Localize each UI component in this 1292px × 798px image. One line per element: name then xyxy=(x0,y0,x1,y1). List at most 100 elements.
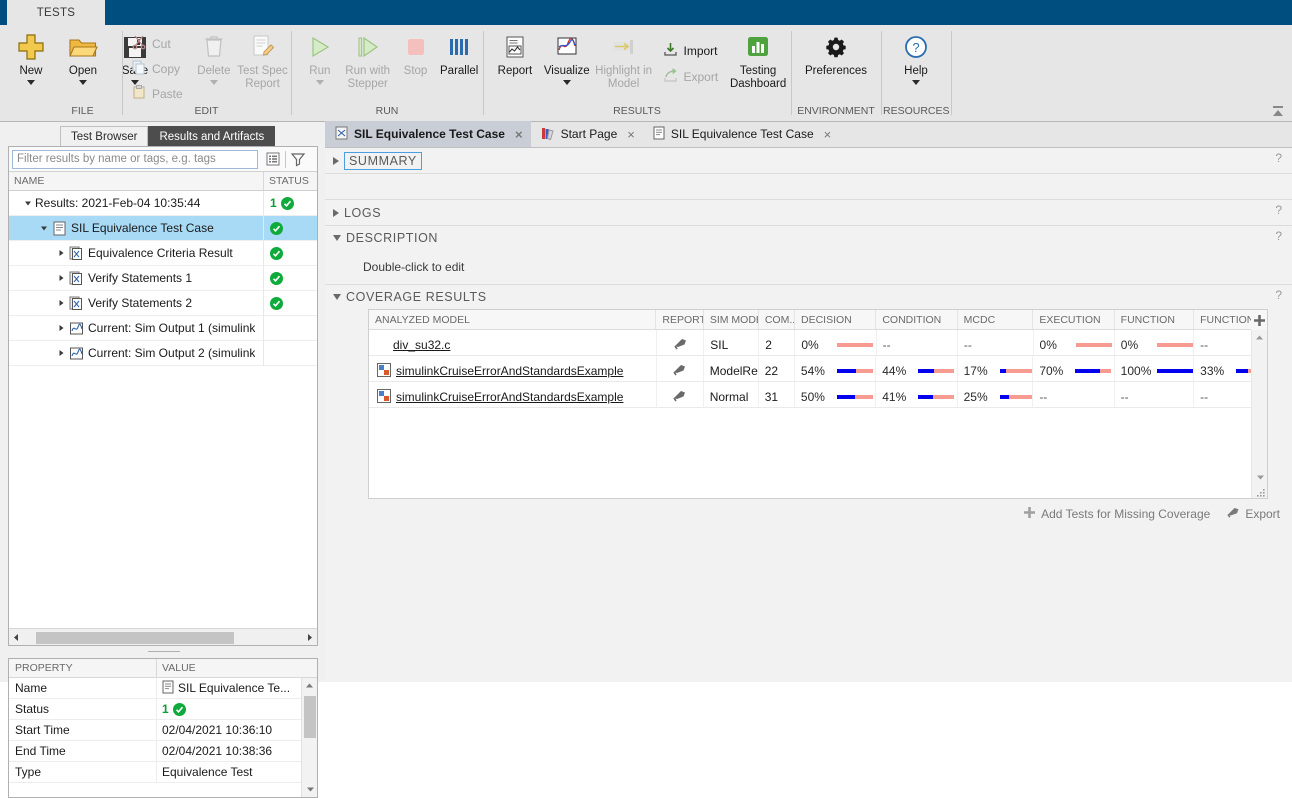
tree-row-sim-output-1[interactable]: Current: Sim Output 1 (simulink xyxy=(9,316,317,341)
scroll-up-icon[interactable] xyxy=(302,678,317,693)
property-row-start-time[interactable]: Start Time 02/04/2021 10:36:10 xyxy=(9,720,317,741)
scroll-thumb[interactable] xyxy=(304,696,316,738)
add-tests-for-missing-coverage-button[interactable]: Add Tests for Missing Coverage xyxy=(1023,506,1210,522)
table-row[interactable]: simulinkCruiseErrorAndStandardsExample M… xyxy=(369,356,1267,382)
run-button[interactable]: Run xyxy=(298,29,342,85)
test-spec-report-button[interactable]: Test Spec Report xyxy=(236,29,289,90)
run-caret-icon[interactable] xyxy=(316,80,324,85)
tree-row-verify-statements-2[interactable]: Verify Statements 2 xyxy=(9,291,317,316)
results-tree[interactable]: Results: 2021-Feb-04 10:35:44 1 xyxy=(9,191,317,602)
chevron-right-icon[interactable] xyxy=(54,321,68,335)
resize-grip[interactable] xyxy=(1256,487,1266,497)
section-coverage-toggle[interactable]: COVERAGE RESULTS xyxy=(325,290,487,304)
visualize-button[interactable]: Visualize xyxy=(541,29,593,85)
chevron-right-icon[interactable] xyxy=(54,246,68,260)
property-row-type[interactable]: Type Equivalence Test xyxy=(9,762,317,783)
column-header-report[interactable]: REPORT xyxy=(656,310,703,329)
doc-tab-sil-equivalence-test-case[interactable]: SIL Equivalence Test Case × xyxy=(643,121,839,147)
logs-help-icon[interactable]: ? xyxy=(1275,203,1282,217)
run-with-stepper-button[interactable]: Run with Stepper xyxy=(342,29,394,90)
scroll-thumb[interactable] xyxy=(36,632,234,644)
column-header-analyzed-model[interactable]: ANALYZED MODEL xyxy=(369,310,656,329)
scroll-left-icon[interactable] xyxy=(9,633,24,642)
delete-button[interactable]: Delete xyxy=(192,29,236,85)
model-link[interactable]: div_su32.c xyxy=(393,338,450,352)
model-link[interactable]: simulinkCruiseErrorAndStandardsExample xyxy=(396,390,623,404)
preferences-button[interactable]: Preferences xyxy=(805,29,867,78)
scroll-track[interactable] xyxy=(24,630,302,645)
property-row-name[interactable]: Name SIL Equivalence Te... xyxy=(9,678,317,699)
description-help-icon[interactable]: ? xyxy=(1275,229,1282,243)
report-button[interactable]: Report xyxy=(489,29,541,78)
column-header-complexity[interactable]: COM... xyxy=(759,310,795,329)
collapse-ribbon-button[interactable] xyxy=(1270,103,1286,119)
list-view-button[interactable] xyxy=(262,149,284,170)
paste-button[interactable]: Paste xyxy=(128,81,188,106)
cut-button[interactable]: Cut xyxy=(128,31,188,56)
new-caret-icon[interactable] xyxy=(27,80,35,85)
export-button[interactable]: Export xyxy=(659,64,724,90)
testing-dashboard-button[interactable]: Testing Dashboard xyxy=(727,29,789,90)
add-column-button[interactable] xyxy=(1251,310,1267,330)
tree-row-sim-output-2[interactable]: Current: Sim Output 2 (simulink xyxy=(9,341,317,366)
new-button[interactable]: New xyxy=(5,29,57,85)
doc-tab-start-page[interactable]: Start Page × xyxy=(531,121,643,147)
app-tab-tests[interactable]: TESTS xyxy=(7,0,105,25)
coverage-help-icon[interactable]: ? xyxy=(1275,288,1282,302)
search-input[interactable] xyxy=(12,150,258,169)
tree-row-results-root[interactable]: Results: 2021-Feb-04 10:35:44 1 xyxy=(9,191,317,216)
open-button[interactable]: Open xyxy=(57,29,109,85)
report-flag-icon[interactable] xyxy=(672,362,687,380)
scroll-right-icon[interactable] xyxy=(302,633,317,642)
section-logs-toggle[interactable]: LOGS xyxy=(325,206,381,220)
scroll-down-icon[interactable] xyxy=(302,782,318,797)
section-summary-header[interactable]: SUMMARY ? xyxy=(325,148,1292,174)
section-summary-toggle[interactable]: SUMMARY xyxy=(325,152,422,170)
column-header-mcdc[interactable]: MCDC xyxy=(958,310,1034,329)
column-header-condition[interactable]: CONDITION xyxy=(876,310,957,329)
property-vertical-scrollbar[interactable] xyxy=(301,678,317,797)
model-link[interactable]: simulinkCruiseErrorAndStandardsExample xyxy=(396,364,623,378)
close-icon[interactable]: × xyxy=(511,127,523,142)
chevron-down-icon[interactable] xyxy=(37,221,51,235)
tree-row-equivalence-criteria-result[interactable]: Equivalence Criteria Result xyxy=(9,241,317,266)
property-row-status[interactable]: Status 1 xyxy=(9,699,317,720)
property-row-end-time[interactable]: End Time 02/04/2021 10:38:36 xyxy=(9,741,317,762)
import-button[interactable]: Import xyxy=(659,38,724,64)
section-description-toggle[interactable]: DESCRIPTION xyxy=(325,231,438,245)
tab-test-browser[interactable]: Test Browser xyxy=(60,126,148,146)
report-flag-icon[interactable] xyxy=(673,336,688,354)
open-caret-icon[interactable] xyxy=(79,80,87,85)
chevron-right-icon[interactable] xyxy=(54,346,68,360)
stop-button[interactable]: Stop xyxy=(394,29,438,78)
delete-caret-icon[interactable] xyxy=(210,80,218,85)
summary-help-icon[interactable]: ? xyxy=(1275,151,1282,165)
coverage-export-button[interactable]: Export xyxy=(1226,505,1280,522)
section-logs-header[interactable]: LOGS ? xyxy=(325,200,1292,226)
chevron-down-icon[interactable] xyxy=(21,196,35,210)
tree-row-sil-equivalence-test-case[interactable]: SIL Equivalence Test Case xyxy=(9,216,317,241)
tree-row-verify-statements-1[interactable]: Verify Statements 1 xyxy=(9,266,317,291)
help-caret-icon[interactable] xyxy=(912,80,920,85)
doc-tab-sil-equivalence-result[interactable]: SIL Equivalence Test Case × xyxy=(325,121,531,147)
help-button[interactable]: ? Help xyxy=(890,29,942,85)
column-header-execution[interactable]: EXECUTION xyxy=(1033,310,1114,329)
parallel-button[interactable]: Parallel xyxy=(437,29,481,78)
table-row[interactable]: simulinkCruiseErrorAndStandardsExample N… xyxy=(369,382,1267,408)
description-placeholder[interactable]: Double-click to edit xyxy=(325,250,1292,284)
chevron-right-icon[interactable] xyxy=(54,271,68,285)
coverage-vertical-scrollbar[interactable] xyxy=(1251,330,1267,498)
visualize-caret-icon[interactable] xyxy=(563,80,571,85)
copy-button[interactable]: Copy xyxy=(128,56,188,81)
close-icon[interactable]: × xyxy=(623,127,635,142)
column-header-decision[interactable]: DECISION xyxy=(795,310,876,329)
close-icon[interactable]: × xyxy=(820,127,832,142)
chevron-right-icon[interactable] xyxy=(54,296,68,310)
tree-horizontal-scrollbar[interactable] xyxy=(9,628,317,645)
filter-funnel-button[interactable] xyxy=(287,149,309,170)
section-description-header[interactable]: DESCRIPTION ? xyxy=(325,226,1292,250)
column-header-sim-mode[interactable]: SIM MODE xyxy=(704,310,759,329)
scroll-up-icon[interactable] xyxy=(1252,330,1267,344)
scroll-down-icon[interactable] xyxy=(1252,470,1268,484)
column-header-function[interactable]: FUNCTION xyxy=(1115,310,1194,329)
